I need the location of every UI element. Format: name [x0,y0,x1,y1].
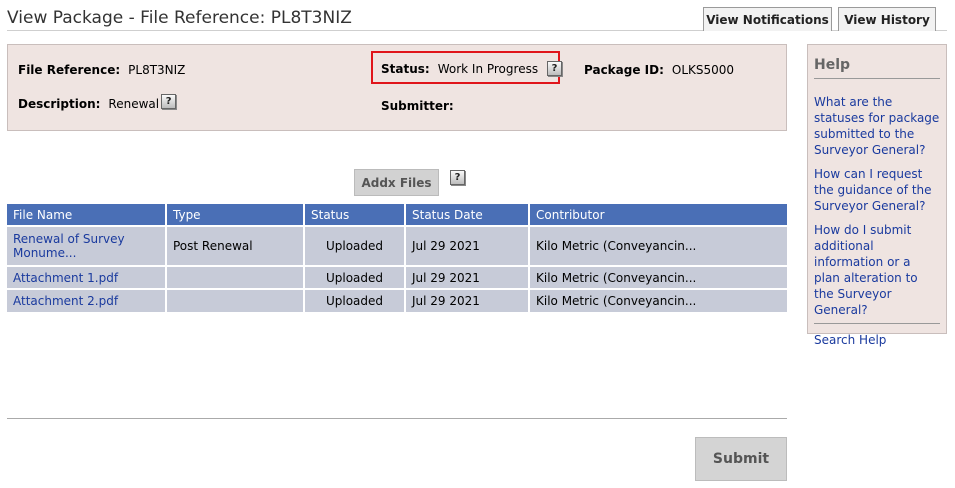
contributor-cell: Kilo Metric (Conveyancin... [529,288,787,312]
description-help-icon[interactable]: ? [161,93,177,109]
file-name-cell: Attachment 1.pdf [7,265,167,289]
status-help-icon[interactable]: ? [547,61,563,76]
file-link[interactable]: Attachment 2.pdf [13,294,118,308]
column-header-file-name[interactable]: File Name [7,204,167,226]
file-link[interactable]: Attachment 1.pdf [13,271,118,285]
file-link[interactable]: Renewal of Survey Monume... [13,232,125,260]
type-cell [166,265,305,289]
column-header-contributor[interactable]: Contributor [529,204,787,226]
package-id-value: OLKS5000 [671,63,735,77]
view-notifications-button[interactable]: View Notifications [703,7,832,31]
column-header-status[interactable]: Status [304,204,406,226]
help-link-request-guidance[interactable]: How can I request the guidance of the Su… [814,166,940,214]
status-cell: Uploaded [304,288,406,312]
help-link-statuses[interactable]: What are the statuses for package submit… [814,94,940,158]
package-info-panel: File Reference: PL8T3NIZ Status: Work In… [7,44,787,131]
description-field: Description: Renewal ? [18,93,177,111]
view-history-button[interactable]: View History [838,7,936,31]
status-label: Status: [381,61,430,76]
package-id-label: Package ID: [584,63,664,77]
column-header-status-date[interactable]: Status Date [405,204,530,226]
help-link-submit-additional-info[interactable]: How do I submit additional information o… [814,222,940,318]
status-field: Status: Work In Progress ? [381,61,563,76]
table-row: Attachment 1.pdf Uploaded Jul 29 2021 Ki… [7,265,787,289]
contributor-cell: Kilo Metric (Conveyancin... [529,225,787,266]
page-title: View Package - File Reference: PL8T3NIZ [7,8,352,28]
file-reference-label: File Reference: [18,63,121,77]
help-title: Help [814,57,940,79]
table-row: Renewal of Survey Monume... Post Renewal… [7,225,787,266]
submitter-field: Submitter: [381,99,462,113]
contributor-cell: Kilo Metric (Conveyancin... [529,265,787,289]
status-value: Work In Progress [437,61,539,76]
status-date-cell: Jul 29 2021 [405,265,530,289]
help-divider [814,323,940,324]
package-id-field: Package ID: OLKS5000 [584,63,734,77]
status-cell: Uploaded [304,225,406,266]
status-cell: Uploaded [304,265,406,289]
description-label: Description: [18,97,101,111]
file-name-cell: Renewal of Survey Monume... [7,225,167,266]
addx-files-button[interactable]: Addx Files [354,169,439,196]
file-reference-field: File Reference: PL8T3NIZ [18,63,185,77]
status-date-cell: Jul 29 2021 [405,288,530,312]
search-help-link[interactable]: Search Help [814,332,940,348]
file-reference-value: PL8T3NIZ [128,63,186,77]
column-header-type[interactable]: Type [166,204,305,226]
file-name-cell: Attachment 2.pdf [7,288,167,312]
bottom-divider [7,418,787,419]
addx-files-help-icon[interactable]: ? [450,170,465,185]
type-cell: Post Renewal [166,225,305,266]
type-cell [166,288,305,312]
status-date-cell: Jul 29 2021 [405,225,530,266]
files-table: File Name Type Status Status Date Contri… [7,204,787,312]
submit-button[interactable]: Submit [695,437,787,481]
submitter-label: Submitter: [381,99,454,113]
table-header-row: File Name Type Status Status Date Contri… [7,204,787,226]
help-panel: Help What are the statuses for package s… [807,44,947,347]
table-row: Attachment 2.pdf Uploaded Jul 29 2021 Ki… [7,288,787,312]
description-value: Renewal [108,97,160,111]
